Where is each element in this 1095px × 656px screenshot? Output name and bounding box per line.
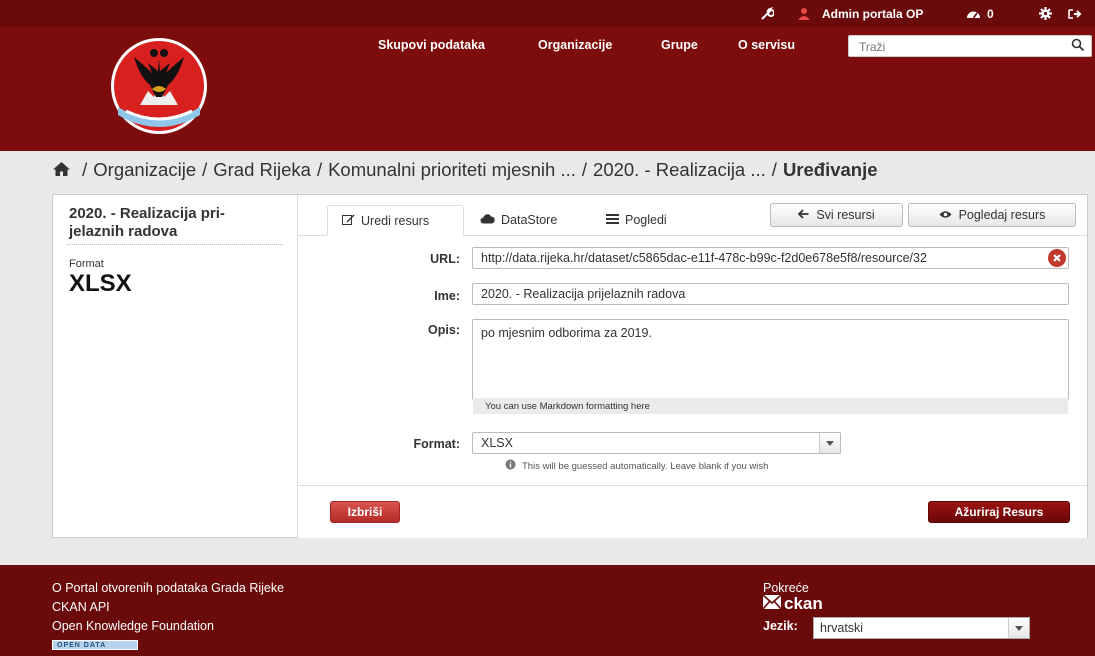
breadcrumb-organization[interactable]: Grad Rijeka: [213, 159, 311, 180]
powered-by-label: Pokreće: [763, 581, 809, 595]
breadcrumb-separator: /: [202, 159, 208, 180]
user-icon: [798, 0, 810, 27]
gear-icon[interactable]: [1039, 0, 1052, 27]
breadcrumb-separator: /: [82, 159, 88, 180]
clear-icon[interactable]: [1048, 249, 1066, 267]
tab-label: Uredi resurs: [361, 213, 430, 228]
nav-groups[interactable]: Grupe: [661, 38, 698, 52]
resource-title: 2020. - Realizacija pri-jelaznih radova: [69, 205, 225, 240]
footer-link-okf[interactable]: Open Knowledge Foundation: [52, 619, 214, 633]
format-hint: This will be guessed automatically. Leav…: [505, 459, 768, 473]
name-label: Ime:: [434, 289, 460, 303]
breadcrumb-separator: /: [771, 159, 777, 180]
info-icon: [505, 459, 522, 473]
dashboard-count[interactable]: 0: [987, 0, 994, 27]
form-actions: Izbriši Ažuriraj Resurs: [298, 485, 1087, 538]
breadcrumb-separator: /: [581, 159, 588, 180]
sidebar: 2020. - Realizacija pri-jelaznih radova …: [53, 195, 298, 537]
eye-icon: [939, 208, 959, 222]
breadcrumb-active[interactable]: Uređivanje: [783, 159, 878, 180]
home-icon[interactable]: [52, 159, 76, 180]
site-footer: O Portal otvorenih podataka Grada Rijeke…: [0, 565, 1095, 656]
nav-organizations[interactable]: Organizacije: [538, 38, 612, 52]
tab-label: DataStore: [501, 213, 558, 227]
format-select[interactable]: XLSX: [472, 432, 841, 454]
url-label: URL:: [430, 252, 460, 266]
language-value: hrvatski: [820, 621, 864, 635]
delete-button[interactable]: Izbriši: [330, 501, 400, 523]
tab-edit-resource[interactable]: Uredi resurs: [327, 205, 464, 236]
breadcrumb: / Organizacije / Grad Rijeka / Komunalni prio…: [52, 159, 878, 181]
site-search: [848, 35, 1092, 57]
breadcrumb-organizations[interactable]: Organizacije: [93, 159, 196, 180]
search-input[interactable]: [857, 37, 1061, 57]
primary-content: Uredi resurs DataStore Pogledi Svi resur…: [298, 195, 1087, 538]
tab-views[interactable]: Pogledi: [606, 205, 667, 235]
open-data-badge[interactable]: OPEN DATA: [52, 640, 138, 650]
footer-link-api[interactable]: CKAN API: [52, 600, 110, 614]
language-select[interactable]: hrvatski: [813, 617, 1030, 639]
breadcrumb-dataset[interactable]: Komunalni prioriteti mjesnih ...: [328, 159, 576, 180]
button-label: Pogledaj resurs: [958, 208, 1046, 222]
nav-about[interactable]: O servisu: [738, 38, 795, 52]
ckan-icon: [762, 594, 784, 614]
format-select-value: XLSX: [481, 436, 513, 450]
name-field[interactable]: 2020. - Realizacija prijelaznih radova: [472, 283, 1069, 305]
wrench-icon[interactable]: [760, 0, 774, 27]
search-icon[interactable]: [1071, 38, 1085, 55]
sign-out-icon[interactable]: [1068, 0, 1082, 27]
sidebar-divider: [67, 244, 283, 245]
tab-datastore[interactable]: DataStore: [480, 205, 557, 235]
hint-text: This will be guessed automatically. Leav…: [522, 460, 769, 472]
account-bar: Admin portala OP 0: [0, 0, 1095, 27]
cloud-icon: [480, 213, 501, 227]
markdown-note: You can use Markdown formatting here: [473, 398, 1068, 414]
format-label: Format: [69, 258, 104, 270]
breadcrumb-resource[interactable]: 2020. - Realizacija ...: [593, 159, 766, 180]
description-field[interactable]: po mjesnim odborima za 2019.: [472, 319, 1069, 400]
format-value: XLSX: [69, 270, 132, 297]
ckan-logo-text: ckan: [784, 594, 823, 613]
resource-tabs: Uredi resurs DataStore Pogledi Svi resur…: [298, 195, 1087, 236]
language-label: Jezik:: [763, 619, 798, 633]
description-label: Opis:: [428, 323, 460, 337]
tab-label: Pogledi: [625, 213, 667, 227]
main-wrapper: 2020. - Realizacija pri-jelaznih radova …: [52, 194, 1088, 538]
toolbar: / Organizacije / Grad Rijeka / Komunalni prio…: [0, 151, 1095, 193]
site-logo[interactable]: [88, 37, 230, 135]
masthead: Skupovi podataka Organizacije Grupe O se…: [0, 27, 1095, 151]
list-icon: [606, 213, 625, 227]
url-field[interactable]: http://data.rijeka.hr/dataset/c5865dac-e…: [472, 247, 1069, 269]
update-resource-button[interactable]: Ažuriraj Resurs: [928, 501, 1070, 523]
ckan-logo[interactable]: ckan: [762, 594, 823, 614]
caret-down-icon[interactable]: [819, 433, 840, 453]
all-resources-button[interactable]: Svi resursi: [770, 203, 903, 227]
footer-link-about[interactable]: O Portal otvorenih podataka Grada Rijeke: [52, 581, 284, 595]
button-label: Svi resursi: [816, 208, 875, 222]
format-field-label: Format:: [413, 437, 460, 451]
caret-down-icon[interactable]: [1008, 618, 1029, 638]
user-name-link[interactable]: Admin portala OP: [822, 0, 923, 27]
dashboard-icon[interactable]: [966, 0, 981, 27]
breadcrumb-separator: /: [316, 159, 323, 180]
pencil-icon: [342, 213, 361, 228]
view-resource-button[interactable]: Pogledaj resurs: [908, 203, 1076, 227]
nav-datasets[interactable]: Skupovi podataka: [378, 38, 485, 52]
arrow-left-icon: [798, 208, 816, 222]
